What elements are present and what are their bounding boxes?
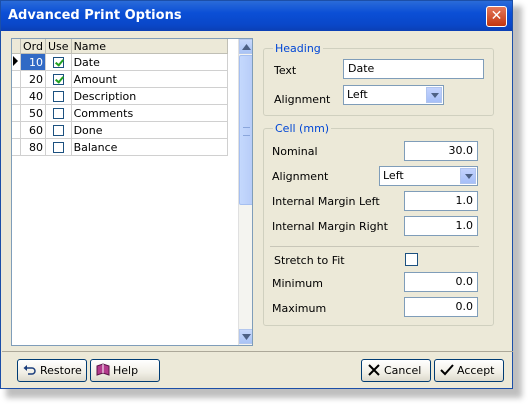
current-row-arrow-icon <box>13 55 18 66</box>
ord-cell[interactable]: 50 <box>20 104 46 122</box>
cell-alignment-select[interactable]: Left <box>379 166 478 186</box>
columns-grid[interactable]: Ord Use Name 10 Date 20 Amount 40 Descri… <box>11 38 253 346</box>
help-button-label: Help <box>113 364 139 377</box>
scroll-up-button[interactable] <box>239 39 252 54</box>
use-checkbox[interactable] <box>52 91 64 102</box>
cell-alignment-label: Alignment <box>272 170 329 183</box>
chevron-down-icon[interactable] <box>426 87 442 103</box>
table-row[interactable]: 40 Description <box>12 87 228 105</box>
heading-alignment-select[interactable]: Left <box>343 85 444 105</box>
indicator-header <box>12 39 21 54</box>
ord-cell[interactable]: 60 <box>20 121 46 139</box>
heading-text-label: Text <box>274 64 297 77</box>
name-cell[interactable]: Description <box>71 87 228 105</box>
footer-divider <box>2 351 513 352</box>
column-header-use[interactable]: Use <box>45 39 72 54</box>
use-cell[interactable] <box>45 53 72 71</box>
scroll-thumb[interactable] <box>239 55 252 205</box>
column-header-name[interactable]: Name <box>71 39 228 54</box>
cancel-button-label: Cancel <box>384 364 422 377</box>
nominal-label: Nominal <box>272 145 318 158</box>
ord-cell[interactable]: 40 <box>20 87 46 105</box>
row-indicator <box>12 104 21 122</box>
table-row[interactable]: 80 Balance <box>12 138 228 156</box>
undo-arrow-icon <box>23 363 37 377</box>
cell-group-legend: Cell (mm) <box>273 122 332 135</box>
x-icon <box>367 363 381 377</box>
use-cell[interactable] <box>45 138 72 156</box>
use-checkbox[interactable] <box>52 108 64 119</box>
heading-text-input[interactable]: Date <box>343 59 484 79</box>
scroll-down-button[interactable] <box>239 329 252 344</box>
row-indicator <box>12 53 21 71</box>
column-header-ord[interactable]: Ord <box>20 39 46 54</box>
table-row[interactable]: 20 Amount <box>12 70 228 88</box>
use-checkbox[interactable] <box>52 142 64 153</box>
nominal-input[interactable]: 30.0 <box>404 141 478 161</box>
use-checkbox[interactable] <box>52 125 64 136</box>
advanced-print-options-dialog: Advanced Print Options ✕ Ord Use Name 10… <box>0 0 513 389</box>
name-cell[interactable]: Amount <box>71 70 228 88</box>
accept-button-label: Accept <box>457 364 495 377</box>
heading-alignment-label: Alignment <box>274 93 331 106</box>
cell-group-divider <box>270 246 479 247</box>
cell-alignment-value: Left <box>383 169 404 182</box>
name-cell[interactable]: Comments <box>71 104 228 122</box>
use-cell[interactable] <box>45 87 72 105</box>
margin-left-label: Internal Margin Left <box>272 195 380 208</box>
name-cell[interactable]: Balance <box>71 138 228 156</box>
ord-cell[interactable]: 20 <box>20 70 46 88</box>
table-row[interactable]: 50 Comments <box>12 104 228 122</box>
row-indicator <box>12 121 21 139</box>
heading-alignment-value: Left <box>347 88 368 101</box>
minimum-label: Minimum <box>272 277 323 290</box>
row-indicator <box>12 138 21 156</box>
checkmark-icon <box>440 363 454 377</box>
maximum-label: Maximum <box>272 302 327 315</box>
minimum-input[interactable]: 0.0 <box>404 272 478 292</box>
accept-button[interactable]: Accept <box>434 359 504 382</box>
book-icon <box>96 363 110 377</box>
grid-vertical-scrollbar[interactable] <box>238 39 252 345</box>
close-button[interactable]: ✕ <box>486 6 507 27</box>
row-indicator <box>12 87 21 105</box>
restore-button-label: Restore <box>40 364 82 377</box>
maximum-input[interactable]: 0.0 <box>404 297 478 317</box>
ord-cell[interactable]: 80 <box>20 138 46 156</box>
stretch-to-fit-checkbox[interactable] <box>405 253 418 266</box>
use-cell[interactable] <box>45 121 72 139</box>
stretch-to-fit-label: Stretch to Fit <box>274 254 345 267</box>
restore-button[interactable]: Restore <box>17 359 87 382</box>
row-indicator <box>12 70 21 88</box>
name-cell[interactable]: Date <box>71 53 228 71</box>
columns-table: Ord Use Name 10 Date 20 Amount 40 Descri… <box>12 39 228 156</box>
close-icon: ✕ <box>490 8 503 24</box>
table-row[interactable]: 10 Date <box>12 53 228 71</box>
grid-header-row: Ord Use Name <box>12 39 228 54</box>
chevron-down-icon[interactable] <box>460 168 476 184</box>
margin-left-input[interactable]: 1.0 <box>404 191 478 211</box>
margin-right-input[interactable]: 1.0 <box>404 216 478 236</box>
name-cell[interactable]: Done <box>71 121 228 139</box>
table-row[interactable]: 60 Done <box>12 121 228 139</box>
window-title: Advanced Print Options <box>8 8 182 23</box>
title-bar[interactable]: Advanced Print Options ✕ <box>1 1 512 31</box>
scroll-down-arrow-icon <box>242 334 251 340</box>
help-button[interactable]: Help <box>90 359 160 382</box>
use-cell[interactable] <box>45 104 72 122</box>
use-checkbox[interactable] <box>52 74 64 85</box>
use-cell[interactable] <box>45 70 72 88</box>
heading-group-legend: Heading <box>273 42 323 55</box>
use-checkbox[interactable] <box>52 57 64 68</box>
scroll-up-arrow-icon <box>242 44 251 50</box>
ord-cell[interactable]: 10 <box>20 53 46 71</box>
scroll-grip-icon <box>243 127 250 136</box>
margin-right-label: Internal Margin Right <box>272 220 388 233</box>
cancel-button[interactable]: Cancel <box>361 359 431 382</box>
